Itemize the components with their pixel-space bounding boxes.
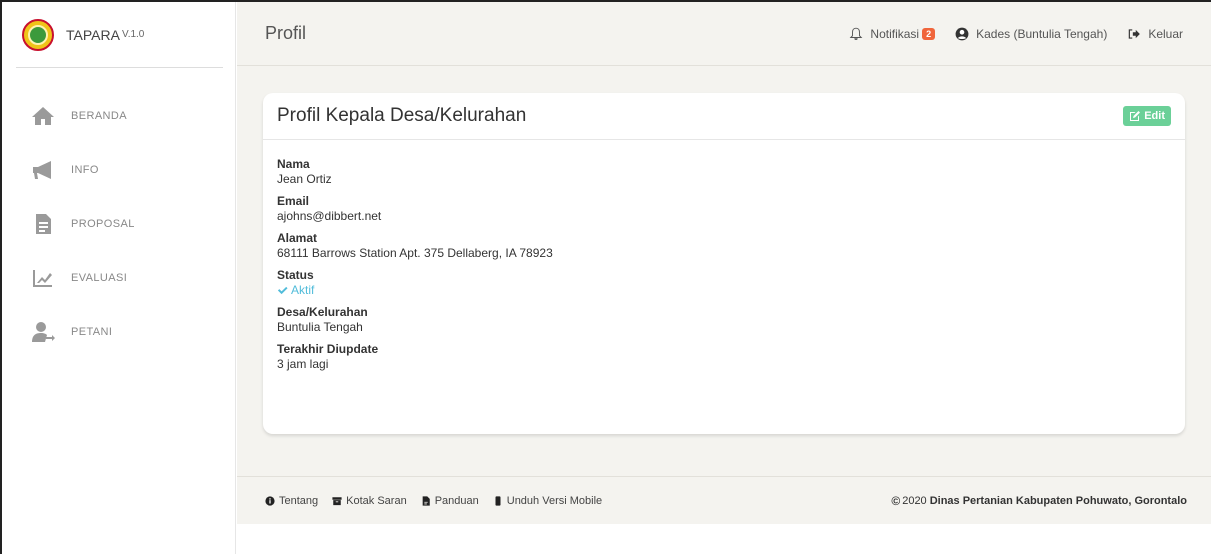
copyright-year: 2020 <box>902 494 927 507</box>
megaphone-icon <box>30 157 56 183</box>
brand-name: TAPARA <box>66 26 120 43</box>
footer-link-unduh-mobile[interactable]: Unduh Versi Mobile <box>493 495 602 507</box>
footer-link-tentang[interactable]: Tentang <box>265 495 318 507</box>
logo <box>22 18 54 51</box>
chart-edit-icon <box>30 265 56 291</box>
footer-link-label: Tentang <box>279 494 319 507</box>
field-value: ajohns@dibbert.net <box>277 209 382 223</box>
sidebar-item-evaluasi[interactable]: EVALUASI <box>2 251 235 305</box>
field-desa: Desa/Kelurahan Buntulia Tengah <box>277 305 1171 335</box>
user-label: Kades (Buntulia Tengah) <box>976 26 1108 41</box>
sidebar: TAPARA V.1.0 BERANDA INFO PROPOSAL EVALU… <box>2 2 236 554</box>
profile-fields: Nama Jean Ortiz Email ajohns@dibbert.net… <box>263 140 1185 372</box>
sidebar-item-label: EVALUASI <box>71 272 128 284</box>
field-update: Terakhir Diupdate 3 jam lagi <box>277 342 1171 372</box>
sidebar-item-label: BERANDA <box>71 110 127 122</box>
topbar: Profil Notifikasi 2 Kades (Buntulia Teng… <box>237 2 1211 66</box>
notifications-label: Notifikasi <box>870 26 920 41</box>
field-value: 68111 Barrows Station Apt. 375 Dellaberg… <box>277 246 553 260</box>
field-email: Email ajohns@dibbert.net <box>277 194 1171 224</box>
logout-icon <box>1129 28 1141 39</box>
sidebar-nav: BERANDA INFO PROPOSAL EVALUASI PETANI <box>2 89 235 359</box>
sidebar-item-proposal[interactable]: PROPOSAL <box>2 197 235 251</box>
field-label: Desa/Kelurahan <box>277 305 368 319</box>
sidebar-item-beranda[interactable]: BERANDA <box>2 89 235 143</box>
status-badge: Aktif <box>277 282 1171 298</box>
archive-icon <box>332 496 342 505</box>
user-circle-icon <box>955 27 969 40</box>
field-label: Status <box>277 268 314 282</box>
sidebar-item-label: INFO <box>71 164 99 176</box>
check-icon <box>277 286 288 294</box>
sidebar-item-label: PROPOSAL <box>71 218 135 230</box>
pdf-file-icon <box>422 495 430 506</box>
notifications-button[interactable]: Notifikasi 2 <box>849 26 936 41</box>
copyright-org: Dinas Pertanian Kabupaten Pohuwato, Goro… <box>929 494 1187 507</box>
notifications-badge: 2 <box>922 27 936 40</box>
footer: Tentang Kotak Saran Panduan Unduh Versi … <box>237 476 1211 524</box>
sidebar-item-petani[interactable]: PETANI <box>2 305 235 359</box>
brand-version: V.1.0 <box>121 29 145 40</box>
footer-link-panduan[interactable]: Panduan <box>421 495 479 507</box>
card-header: Profil Kepala Desa/Kelurahan Edit <box>263 93 1185 140</box>
mobile-icon <box>495 495 501 506</box>
document-icon <box>30 211 56 237</box>
field-alamat: Alamat 68111 Barrows Station Apt. 375 De… <box>277 231 1171 261</box>
card-title: Profil Kepala Desa/Kelurahan <box>277 105 527 126</box>
footer-link-label: Unduh Versi Mobile <box>506 494 603 507</box>
field-label: Terakhir Diupdate <box>277 342 379 356</box>
field-nama: Nama Jean Ortiz <box>277 157 1171 187</box>
field-label: Alamat <box>277 231 318 245</box>
bell-icon <box>850 27 863 40</box>
copyright-icon: © <box>891 493 901 508</box>
user-menu-button[interactable]: Kades (Buntulia Tengah) <box>955 27 1107 41</box>
field-value: 3 jam lagi <box>277 357 329 371</box>
footer-link-label: Panduan <box>434 494 479 507</box>
logout-label: Keluar <box>1148 26 1183 41</box>
field-label: Nama <box>277 157 310 171</box>
footer-links: Tentang Kotak Saran Panduan Unduh Versi … <box>265 495 891 507</box>
edit-button[interactable]: Edit <box>1123 106 1171 126</box>
field-value: Jean Ortiz <box>277 172 332 186</box>
edit-icon <box>1130 111 1141 121</box>
profile-card: Profil Kepala Desa/Kelurahan Edit Nama J… <box>263 93 1185 434</box>
sidebar-item-info[interactable]: INFO <box>2 143 235 197</box>
sidebar-item-label: PETANI <box>71 326 113 338</box>
main-panel: Profil Notifikasi 2 Kades (Buntulia Teng… <box>237 2 1211 554</box>
footer-link-label: Kotak Saran <box>346 494 407 507</box>
info-icon <box>265 495 275 506</box>
footer-link-kotak-saran[interactable]: Kotak Saran <box>332 495 407 507</box>
page-bottom <box>237 524 1211 554</box>
user-icon <box>30 319 56 345</box>
home-icon <box>30 103 56 129</box>
copyright: © 2020 Dinas Pertanian Kabupaten Pohuwat… <box>891 494 1187 508</box>
field-status: Status Aktif <box>277 268 1171 298</box>
edit-label: Edit <box>1144 110 1165 122</box>
page-title: Profil <box>265 23 307 43</box>
field-value: Buntulia Tengah <box>277 320 363 334</box>
logout-button[interactable]: Keluar <box>1127 27 1183 41</box>
status-value: Aktif <box>291 283 315 297</box>
brand[interactable]: TAPARA V.1.0 <box>16 2 223 68</box>
field-label: Email <box>277 194 310 208</box>
